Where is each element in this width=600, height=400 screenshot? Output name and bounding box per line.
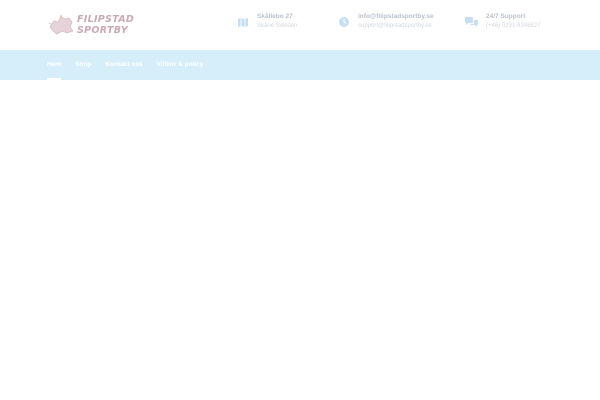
email-primary[interactable]: info@filipstadsportby.se [358,12,434,21]
email-info: info@filipstadsportby.se support@filipst… [338,12,434,34]
site-logo[interactable]: FILIPSTAD SPORTBY [47,12,157,38]
support-info: 24/7 Support (+46) 0291-8346827 [465,12,541,34]
clock-icon [338,16,350,28]
chat-icon [465,16,478,28]
address-info: Skållebo 27 Skåne Sweden [237,12,297,34]
nav-item-shop[interactable]: Shop [75,50,91,80]
address-line1: Skållebo 27 [257,13,293,20]
email-support[interactable]: support@filipstadsportby.se [358,22,434,31]
map-icon [237,16,249,28]
nav-item-contact[interactable]: Kontakt oss [105,50,142,80]
main-navigation: Hem Shop Kontakt oss Villkor & policy [0,50,600,80]
support-phone[interactable]: (+46) 0291-8346827 [486,22,541,31]
nav-menu: Hem Shop Kontakt oss Villkor & policy [47,50,217,80]
page: FILIPSTAD SPORTBY Skållebo 27 Skåne Swed… [0,0,600,400]
logo-text: FILIPSTAD SPORTBY [77,14,135,36]
support-title: 24/7 Support [486,13,526,20]
nav-item-home[interactable]: Hem [47,50,62,80]
page-content [0,80,600,400]
site-header: FILIPSTAD SPORTBY Skållebo 27 Skåne Swed… [0,0,600,50]
logo-map-icon [47,13,75,37]
address-line2: Skåne Sweden [257,23,298,29]
nav-item-terms[interactable]: Villkor & policy [157,50,204,80]
